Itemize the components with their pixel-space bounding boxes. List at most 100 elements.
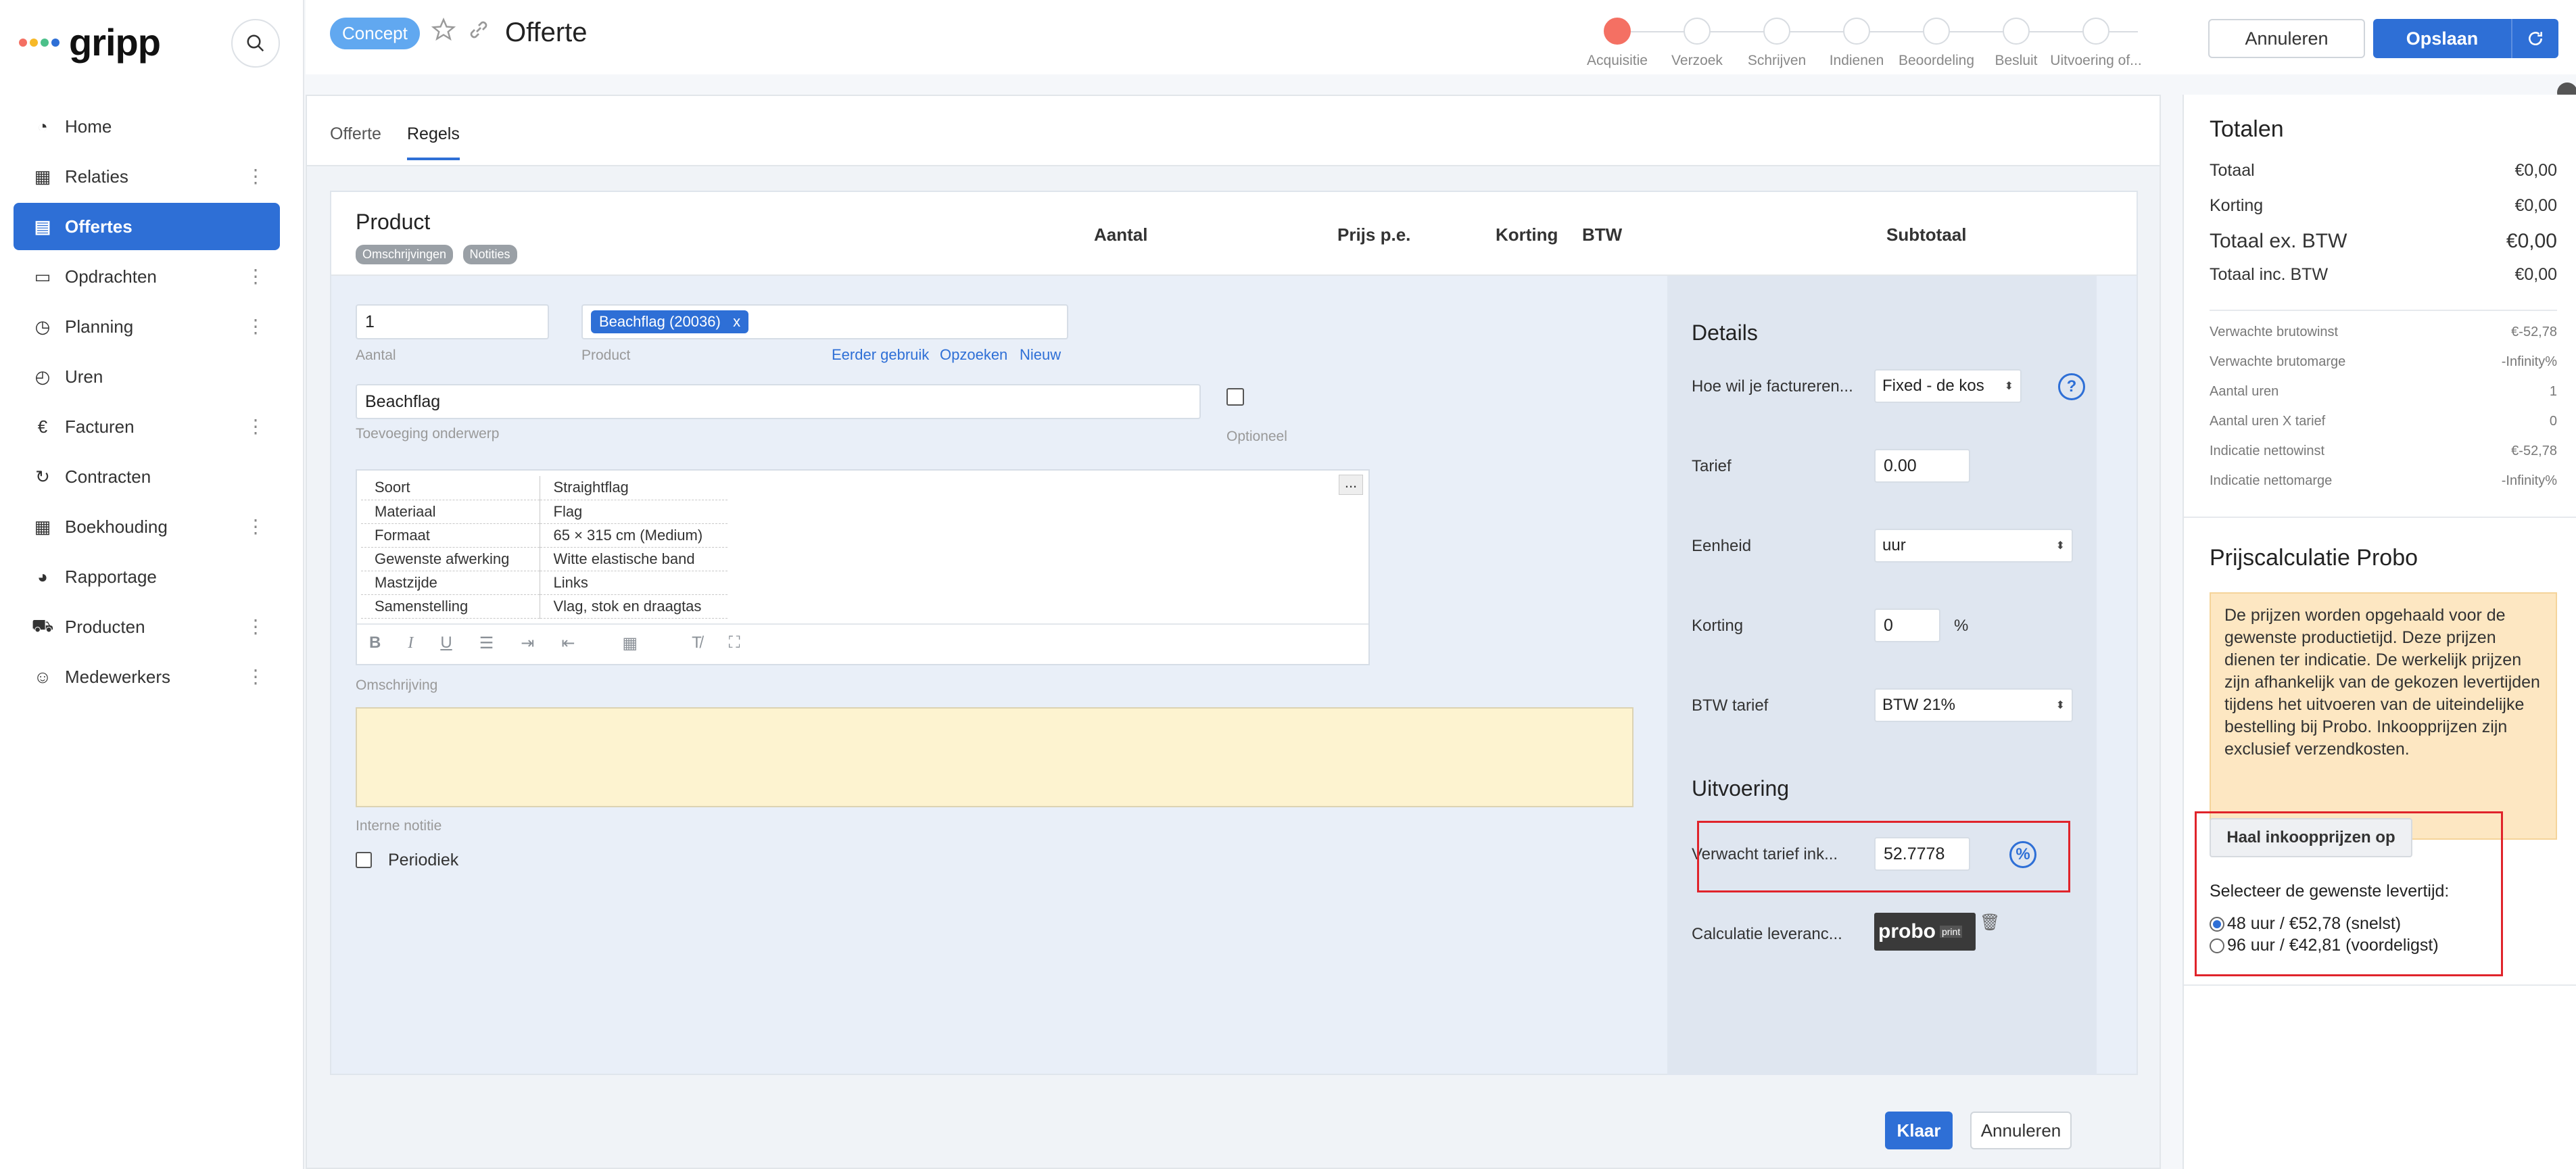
highlight-probo-options: [2195, 811, 2503, 976]
clipboard-icon: ▭: [34, 266, 51, 287]
link-opzoeken[interactable]: Opzoeken: [940, 346, 1007, 364]
unit-select[interactable]: uur ⬍: [1874, 529, 2073, 563]
column-aantal: Aantal: [1094, 224, 1148, 245]
column-korting: Korting: [1496, 224, 1558, 245]
chip-notities[interactable]: Notities: [462, 245, 517, 264]
step-circle-icon: [1843, 18, 1870, 45]
sidebar-item-contracten[interactable]: ↻ Contracten: [14, 453, 280, 500]
pie-chart-icon: ◕: [37, 566, 48, 587]
totals-label: Totaal: [2210, 161, 2255, 180]
sidebar-item-label: Planning: [65, 316, 134, 337]
metric-row: Indicatie nettomarge -Infinity%: [2210, 473, 2557, 489]
table-icon[interactable]: ▦: [622, 634, 638, 653]
sidebar-item-offertes[interactable]: ▤ Offertes: [14, 203, 280, 250]
cancel-line-button[interactable]: Annuleren: [1970, 1112, 2072, 1149]
probo-notice: De prijzen worden opgehaald voor de gewe…: [2210, 592, 2557, 840]
more-options-icon[interactable]: ⋮: [246, 667, 265, 687]
link-icon[interactable]: [467, 18, 491, 42]
save-button[interactable]: Opslaan: [2373, 19, 2558, 58]
sidebar-item-uren[interactable]: ◴ Uren: [14, 353, 280, 400]
editor-more-button[interactable]: ...: [1339, 475, 1363, 495]
more-options-icon[interactable]: ⋮: [246, 166, 265, 187]
sidebar-item-boekhouding[interactable]: ▦ Boekhouding ⋮: [14, 503, 280, 550]
italic-icon[interactable]: I: [408, 634, 413, 652]
column-prijs: Prijs p.e.: [1337, 224, 1411, 245]
tab-regels[interactable]: Regels: [407, 124, 460, 160]
chip-omschrijvingen[interactable]: Omschrijvingen: [356, 245, 454, 264]
sidebar-item-medewerkers[interactable]: ☺ Medewerkers ⋮: [14, 653, 280, 700]
metric-value: €-52,78: [2511, 444, 2557, 458]
spec-key: Gewenste afwerking: [361, 547, 540, 571]
page-title: Offerte: [505, 18, 588, 47]
rate-input[interactable]: 0.00: [1874, 449, 1970, 483]
spec-value: Flag: [540, 500, 728, 524]
search-button[interactable]: [231, 19, 280, 68]
status-badge[interactable]: Concept: [330, 18, 420, 49]
link-eerder-gebruik[interactable]: Eerder gebruik: [832, 346, 929, 364]
details-title: Details: [1692, 320, 1758, 345]
outdent-icon[interactable]: ⇤: [561, 634, 575, 653]
optional-checkbox[interactable]: [1226, 388, 1244, 406]
link-nieuw[interactable]: Nieuw: [1020, 346, 1061, 364]
spec-key: Formaat: [361, 523, 540, 548]
more-options-icon[interactable]: ⋮: [246, 266, 265, 287]
cancel-button[interactable]: Annuleren: [2208, 19, 2365, 58]
refresh-icon: [2529, 32, 2542, 46]
remove-tag-button[interactable]: x: [733, 313, 740, 330]
save-refresh-button[interactable]: [2512, 30, 2558, 47]
sidebar-item-opdrachten[interactable]: ▭ Opdrachten ⋮: [14, 253, 280, 300]
more-options-icon[interactable]: ⋮: [246, 617, 265, 637]
billing-select[interactable]: Fixed - de kos ⬍: [1874, 369, 2022, 403]
progress-steps: Acquisitie Verzoek Schrijven Indienen Beoord…: [1587, 18, 2172, 68]
spec-value: Straightflag: [540, 476, 728, 500]
internal-note-textarea[interactable]: [356, 707, 1633, 807]
discount-input[interactable]: 0: [1874, 609, 1940, 642]
sidebar-item-planning[interactable]: ◷ Planning ⋮: [14, 303, 280, 350]
totals-row: Korting €0,00: [2210, 196, 2557, 216]
periodic-checkbox[interactable]: [356, 852, 372, 868]
totals-row: Totaal ex. BTW €0,00: [2210, 230, 2557, 253]
quantity-input[interactable]: 1: [356, 304, 549, 339]
column-product: Product: [356, 210, 431, 234]
description-editor[interactable]: Soort Straightflag Materiaal Flag Formaat 65 …: [356, 469, 1370, 665]
bold-icon[interactable]: B: [369, 634, 381, 652]
sidebar-item-producten[interactable]: ⛟ Producten ⋮: [14, 603, 280, 650]
sidebar-item-facturen[interactable]: € Facturen ⋮: [14, 403, 280, 450]
subject-input[interactable]: Beachflag: [356, 384, 1201, 419]
save-button-label: Opslaan: [2406, 28, 2479, 49]
indent-icon[interactable]: ⇥: [521, 634, 534, 653]
more-options-icon[interactable]: ⋮: [246, 316, 265, 337]
clear-format-icon[interactable]: T̸: [692, 634, 702, 652]
subject-label: Toevoeging onderwerp: [356, 426, 500, 442]
underline-icon[interactable]: U: [440, 634, 452, 652]
step-6[interactable]: Uitvoering of...: [2049, 18, 2143, 69]
metric-row: Aantal uren 1: [2210, 384, 2557, 400]
spec-value: Vlag, stok en draagtas: [540, 594, 728, 619]
tab-offerte[interactable]: Offerte: [330, 124, 381, 158]
more-options-icon[interactable]: ⋮: [246, 517, 265, 537]
trash-icon[interactable]: 🗑: [1980, 913, 2000, 932]
execution-title: Uitvoering: [1692, 776, 1790, 801]
star-icon[interactable]: [431, 18, 456, 42]
done-button[interactable]: Klaar: [1885, 1112, 1953, 1149]
metric-value: 1: [2549, 384, 2557, 399]
sidebar-item-home[interactable]: ◔ Home: [14, 103, 280, 150]
totals-label: Totaal inc. BTW: [2210, 265, 2329, 284]
more-options-icon[interactable]: ⋮: [246, 416, 265, 437]
sidebar-item-label: Rapportage: [65, 566, 157, 587]
sidebar-nav: ◔ Home ▦ Relaties ⋮ ▤ Offertes ▭ Opdrachten ⋮ ◷ Pla…: [14, 103, 280, 703]
gripp-logo[interactable]: gripp: [19, 20, 161, 64]
column-btw: BTW: [1582, 224, 1623, 245]
document-icon: ▤: [34, 216, 51, 237]
sidebar-item-relaties[interactable]: ▦ Relaties ⋮: [14, 153, 280, 200]
vat-select[interactable]: BTW 21% ⬍: [1874, 688, 2073, 722]
bullet-list-icon[interactable]: ☰: [479, 634, 494, 653]
sidebar-item-rapportage[interactable]: ◕ Rapportage: [14, 553, 280, 600]
fullscreen-icon[interactable]: ⛶: [729, 634, 740, 652]
sidebar: gripp ◔ Home ▦ Relaties ⋮ ▤ Offertes ▭ Opdrachte…: [0, 0, 304, 1169]
help-icon[interactable]: ?: [2058, 373, 2085, 400]
step-circle-icon: [2082, 18, 2109, 45]
spec-row: Gewenste afwerking Witte elastische band: [361, 547, 728, 571]
product-select[interactable]: Beachflag (20036) x: [581, 304, 1068, 339]
column-subtotaal: Subtotaal: [1886, 224, 1967, 245]
